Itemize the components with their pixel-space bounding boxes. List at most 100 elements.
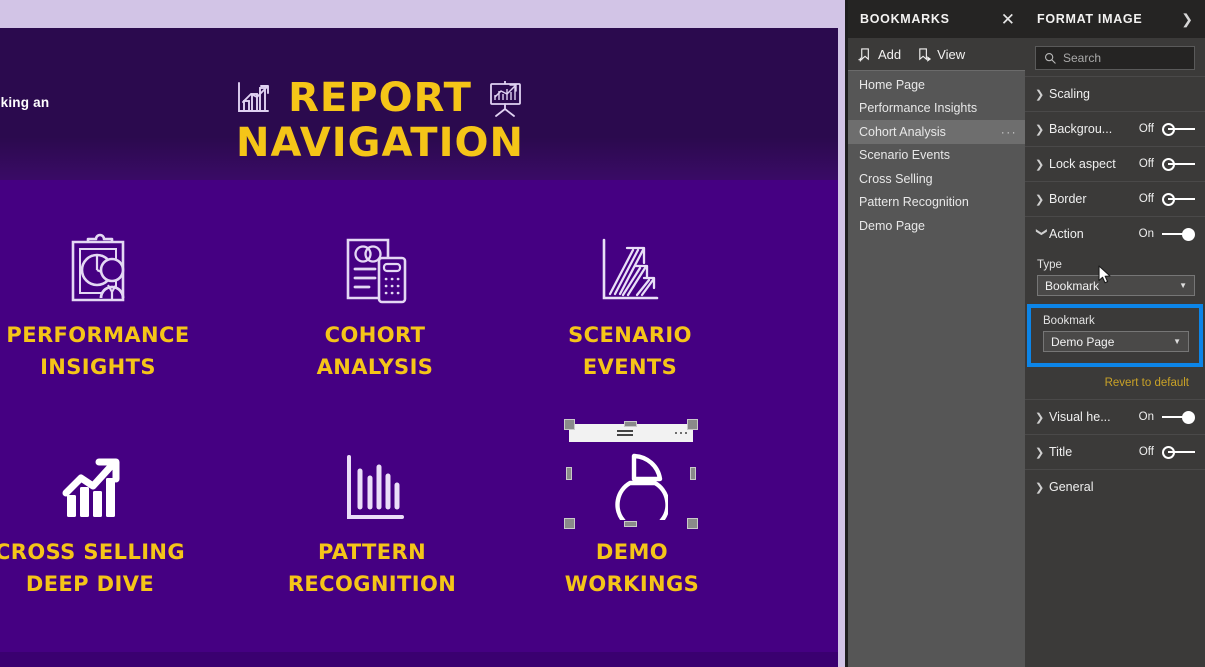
report-page[interactable]: age to cking an REPORT (0, 28, 838, 652)
toggle-state-label: Off (1138, 158, 1154, 170)
nav-tile-label: DEMO WORKINGS (564, 540, 700, 596)
add-bookmark-label: Add (878, 46, 902, 62)
more-options-icon[interactable] (674, 431, 687, 435)
format-section-visual-header[interactable]: ❯ Visual he... On (1025, 399, 1205, 434)
action-bookmark-value: Demo Page (1051, 334, 1115, 349)
bookmark-label: Cohort Analysis (859, 124, 946, 139)
toggle-state-label: On (1138, 411, 1154, 423)
background-toggle[interactable] (1162, 122, 1195, 136)
search-input[interactable]: Search (1035, 46, 1195, 70)
format-section-lock-aspect[interactable]: ❯ Lock aspect Off (1025, 146, 1205, 181)
action-bookmark-dropdown[interactable]: Demo Page ▼ (1043, 331, 1189, 352)
selection-handle-bottom-left[interactable] (564, 518, 575, 529)
report-title-word-1: REPORT (288, 75, 472, 121)
action-toggle[interactable] (1162, 227, 1195, 241)
bookmark-item-selected[interactable]: Cohort Analysis ··· (848, 120, 1025, 144)
format-section-label: Lock aspect (1049, 157, 1116, 171)
format-image-pane: FORMAT IMAGE ❯ Search ❯ Scaling ❯ Backgr… (1025, 0, 1205, 667)
format-section-border[interactable]: ❯ Border Off (1025, 181, 1205, 216)
chevron-down-icon: ▼ (1173, 337, 1181, 346)
bar-chart-growth-icon (234, 78, 274, 118)
title-toggle[interactable] (1162, 445, 1195, 459)
view-bookmark-button[interactable]: View (917, 47, 965, 62)
bookmarks-title: BOOKMARKS (860, 12, 950, 26)
search-placeholder: Search (1063, 51, 1102, 65)
nav-tile-pattern-recognition[interactable]: PATTERN RECOGNITION (272, 440, 472, 600)
bookmarks-list: Home Page Performance Insights Cohort An… (848, 71, 1025, 238)
chevron-right-icon: ❯ (1035, 193, 1045, 206)
pie-chart-window-icon (569, 442, 693, 524)
report-canvas[interactable]: age to cking an REPORT (0, 0, 845, 667)
toggle-state-label: Off (1138, 123, 1154, 135)
selection-handle-top-right[interactable] (687, 419, 698, 430)
chevron-down-icon: ▼ (1179, 281, 1187, 290)
revert-to-default-link[interactable]: Revert to default (1105, 377, 1189, 389)
canvas-bottom-edge (0, 652, 838, 667)
nav-tile-scenario-events[interactable]: SCENARIO EVENTS (530, 223, 730, 383)
nav-tile-cohort-analysis[interactable]: COHORT ANALYSIS (275, 223, 475, 383)
bookmark-item[interactable]: Demo Page (848, 214, 1025, 238)
format-section-title[interactable]: ❯ Title Off (1025, 434, 1205, 469)
toggle-state-label: Off (1138, 446, 1154, 458)
bookmark-item[interactable]: Scenario Events (848, 144, 1025, 168)
nav-tile-label: COHORT ANALYSIS (316, 323, 434, 379)
presentation-chart-icon (486, 78, 526, 118)
action-section-body: Type Bookmark ▼ Bookmark Demo Page ▼ Rev… (1025, 251, 1205, 399)
chevron-right-icon[interactable]: ❯ (1181, 11, 1193, 28)
bookmarks-header: BOOKMARKS ✕ (848, 0, 1025, 38)
nav-tile-cross-selling[interactable]: CROSS SELLING DEEP DIVE (0, 440, 190, 600)
format-section-scaling[interactable]: ❯ Scaling (1025, 76, 1205, 111)
format-section-label: Visual he... (1049, 410, 1111, 424)
bookmark-item[interactable]: Cross Selling (848, 167, 1025, 191)
report-description-text: age to cking an (0, 95, 50, 110)
bookmarks-pane: BOOKMARKS ✕ Add View Home Page Performan… (848, 0, 1025, 667)
format-section-background[interactable]: ❯ Backgrou... Off (1025, 111, 1205, 146)
chevron-right-icon: ❯ (1035, 411, 1045, 424)
format-pane-header: FORMAT IMAGE ❯ (1025, 0, 1205, 38)
clipboard-analyst-icon (0, 223, 198, 319)
bookmark-label: Home Page (859, 77, 926, 92)
bookmark-field-highlight: Bookmark Demo Page ▼ (1027, 304, 1203, 367)
bookmark-label: Scenario Events (859, 148, 951, 163)
lock-aspect-toggle[interactable] (1162, 157, 1195, 171)
visual-header-toggle[interactable] (1162, 410, 1195, 424)
toggle-state-label: On (1138, 228, 1154, 240)
selection-handle-bottom-right[interactable] (687, 518, 698, 529)
nav-tile-label: CROSS SELLING DEEP DIVE (0, 540, 186, 596)
border-toggle[interactable] (1162, 192, 1195, 206)
bookmark-item[interactable]: Pattern Recognition (848, 191, 1025, 215)
bookmark-item[interactable]: Home Page (848, 73, 1025, 97)
selection-handle-right[interactable] (690, 467, 696, 480)
selection-handle-left[interactable] (566, 467, 572, 480)
bookmark-label: Pattern Recognition (859, 195, 969, 210)
action-bookmark-label: Bookmark (1043, 315, 1095, 327)
close-icon[interactable]: ✕ (1001, 11, 1015, 28)
trending-up-bars-icon (0, 440, 190, 536)
report-title-block: REPORT NAVIGATION (200, 75, 560, 167)
selection-handle-bottom[interactable] (624, 521, 637, 527)
format-section-general[interactable]: ❯ General (1025, 469, 1205, 504)
nav-tile-performance-insights[interactable]: PERFORMANCE INSIGHTS (0, 223, 198, 383)
format-section-label: General (1049, 480, 1094, 494)
report-calculator-icon (275, 223, 475, 319)
selected-image-visual[interactable] (564, 419, 698, 529)
format-section-action[interactable]: ❯ Action On (1025, 216, 1205, 251)
selection-handle-top[interactable] (624, 421, 637, 427)
column-chart-icon (272, 440, 472, 536)
add-bookmark-button[interactable]: Add (858, 47, 901, 62)
format-pane-title: FORMAT IMAGE (1037, 12, 1143, 26)
format-search-container: Search (1025, 38, 1205, 76)
selection-handle-top-left[interactable] (564, 419, 575, 430)
canvas-top-border (0, 0, 838, 28)
canvas-right-border (838, 0, 845, 667)
bookmark-more-icon[interactable]: ··· (1001, 125, 1017, 139)
action-type-value: Bookmark (1045, 278, 1100, 293)
action-type-dropdown[interactable]: Bookmark ▼ (1037, 275, 1195, 296)
format-section-label: Border (1049, 192, 1087, 206)
search-icon (1044, 52, 1056, 64)
format-section-label: Backgrou... (1049, 122, 1113, 136)
growth-arrows-chart-icon (530, 223, 730, 319)
hamburger-icon[interactable] (616, 430, 633, 436)
bookmark-item[interactable]: Performance Insights (848, 97, 1025, 121)
nav-tile-label: SCENARIO EVENTS (568, 323, 692, 379)
